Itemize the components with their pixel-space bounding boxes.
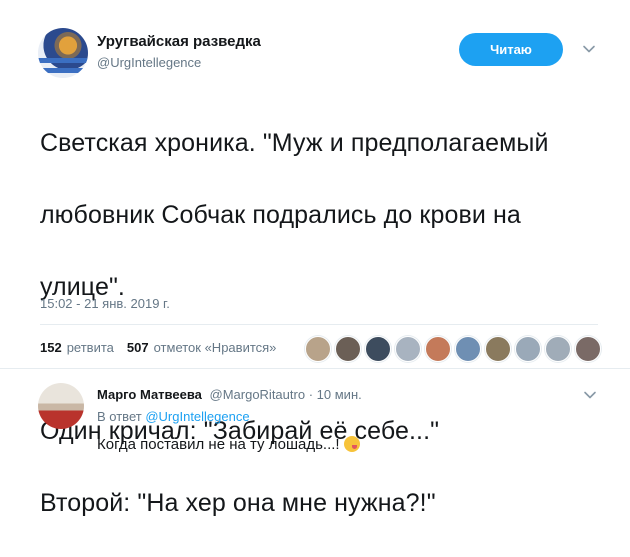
divider [40, 324, 598, 325]
face-savoring-food-emoji-icon [343, 436, 360, 452]
chevron-down-icon[interactable] [582, 42, 596, 56]
tweet-text-line: Светская хроника. "Муж и предполагаемый [40, 129, 549, 157]
liker-avatar[interactable] [515, 336, 541, 362]
liker-avatar[interactable] [545, 336, 571, 362]
retweets-label[interactable]: ретвита [67, 340, 114, 355]
author-name[interactable]: Уругвайская разведка [97, 33, 261, 50]
likers-avatars [305, 336, 601, 362]
liker-avatar[interactable] [455, 336, 481, 362]
reply-header: Марго Матвеева @MargoRitautro · 10 мин. [97, 387, 362, 402]
likes-label[interactable]: отметок «Нравится» [154, 340, 277, 355]
author-handle[interactable]: @UrgIntellegence [97, 55, 201, 70]
tweet-text: Светская хроника. "Муж и предполагаемый … [40, 89, 620, 557]
reply-text: Когда поставил не на ту лошадь...! [97, 436, 360, 453]
tweet-stats: 152 ретвита 507 отметок «Нравится» [40, 340, 276, 355]
chevron-down-icon[interactable] [583, 388, 597, 402]
likes-count[interactable]: 507 [127, 340, 149, 355]
liker-avatar[interactable] [305, 336, 331, 362]
tweet-timestamp[interactable]: 15:02 - 21 янв. 2019 г. [40, 296, 170, 311]
reply-time[interactable]: 10 мин. [317, 387, 362, 402]
liker-avatar[interactable] [485, 336, 511, 362]
divider [0, 368, 630, 369]
in-reply-prefix: В ответ [97, 409, 142, 424]
follow-button[interactable]: Читаю [459, 33, 563, 66]
separator: · [308, 387, 314, 402]
in-reply-to: В ответ @UrgIntellegence [97, 409, 250, 424]
liker-avatar[interactable] [575, 336, 601, 362]
liker-avatar[interactable] [395, 336, 421, 362]
tweet-text-line: Второй: "На хер она мне нужна?!" [40, 489, 436, 517]
flag-stripe [38, 68, 88, 73]
liker-avatar[interactable] [425, 336, 451, 362]
flag-stripe [38, 58, 88, 63]
reply-author-handle[interactable]: @MargoRitautro [210, 387, 306, 402]
tweet-text-line: любовник Собчак подрались до крови на [40, 201, 521, 229]
retweets-count[interactable]: 152 [40, 340, 62, 355]
liker-avatar[interactable] [335, 336, 361, 362]
in-reply-mention[interactable]: @UrgIntellegence [145, 409, 249, 424]
liker-avatar[interactable] [365, 336, 391, 362]
reply-author-name[interactable]: Марго Матвеева [97, 387, 202, 402]
reply-text-content: Когда поставил не на ту лошадь...! [97, 436, 340, 453]
reply-author-avatar[interactable] [38, 383, 84, 429]
author-avatar[interactable] [38, 28, 88, 78]
